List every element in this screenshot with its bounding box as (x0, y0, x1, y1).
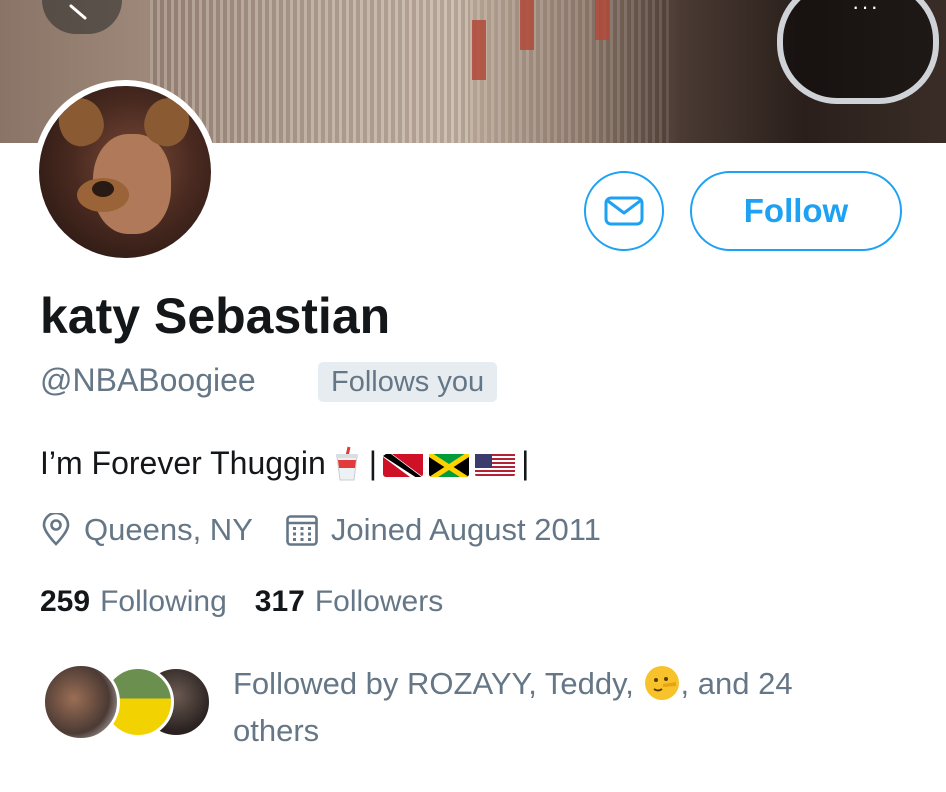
banner-band (520, 0, 534, 50)
followed-by-text: Followed by ROZAYY, Teddy, , and 24 othe… (233, 660, 873, 754)
banner-band (595, 0, 609, 40)
lying-face-emoji (644, 666, 679, 700)
flag-united-states-icon (475, 451, 516, 477)
followers-count: 317 (254, 585, 305, 618)
followers-link[interactable]: 317 Followers (255, 585, 443, 619)
bio: I’m Forever Thuggin | | (40, 445, 532, 482)
location-text: Queens, NY (84, 512, 253, 547)
avatar-image (39, 86, 211, 258)
chevron-left-icon (69, 4, 87, 20)
following-count: 259 (40, 585, 91, 618)
profile-meta: Queens, NY Joined August 2011 (40, 512, 601, 548)
follower-avatar (42, 663, 120, 741)
display-name: katy Sebastian (40, 288, 391, 344)
follow-button[interactable]: Follow (690, 171, 902, 251)
message-button[interactable] (584, 171, 664, 251)
calendar-icon (286, 515, 318, 546)
banner-texture (470, 0, 670, 143)
bio-end-separator: | (521, 445, 530, 481)
following-link[interactable]: 259 Following (40, 585, 227, 619)
followers-label: Followers (314, 585, 444, 618)
follow-stats: 259 Following 317 Followers (40, 585, 443, 619)
bio-emoji-group: | | (334, 445, 533, 482)
follows-you-badge: Follows you (318, 362, 498, 402)
bio-separator: | (368, 445, 378, 481)
following-label: Following (100, 585, 227, 618)
location-pin-icon (42, 513, 70, 546)
bio-text: I’m Forever Thuggin (40, 445, 326, 481)
followed-by-prefix: Followed by ROZAYY, Teddy, (233, 666, 634, 701)
flag-trinidad-tobago-icon (383, 451, 424, 477)
cup-with-straw-icon (334, 446, 360, 482)
flag-jamaica-icon (429, 451, 470, 477)
banner-band (472, 20, 486, 80)
dog-nose (92, 181, 114, 197)
join-date-text: Joined August 2011 (330, 512, 601, 547)
join-date: Joined August 2011 (285, 512, 601, 548)
user-handle: @NBABoogiee (40, 362, 256, 398)
location: Queens, NY (40, 512, 253, 548)
more-dots-icon[interactable]: ··· (852, 0, 880, 20)
profile-avatar[interactable] (33, 80, 217, 264)
envelope-icon (604, 196, 644, 226)
